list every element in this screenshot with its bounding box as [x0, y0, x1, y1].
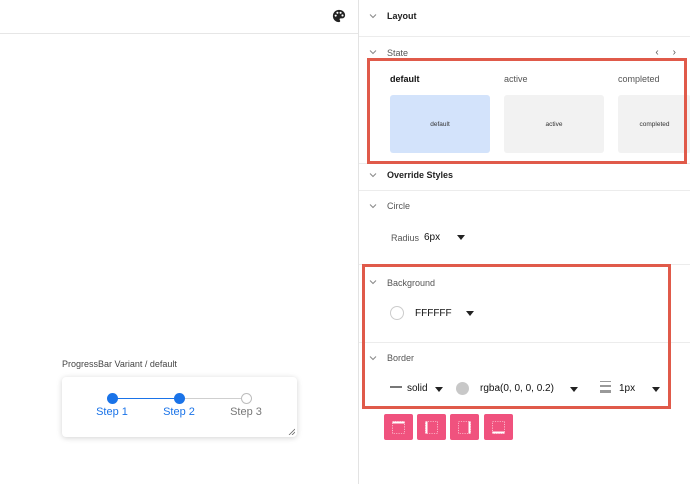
step-3-indicator: [241, 393, 252, 404]
radius-dropdown-caret[interactable]: [457, 235, 465, 240]
chevron-down-icon[interactable]: [369, 278, 377, 286]
chevron-right-icon[interactable]: ›: [673, 47, 676, 58]
border-bottom-button[interactable]: [484, 414, 513, 440]
state-card-completed[interactable]: completed: [618, 95, 690, 153]
layout-section-title[interactable]: Layout: [387, 11, 417, 21]
divider: [359, 190, 690, 191]
background-color-swatch[interactable]: [390, 306, 404, 320]
border-color-value[interactable]: rgba(0, 0, 0, 0.2): [480, 383, 554, 394]
progressbar-preview[interactable]: Step 1 Step 2 Step 3: [62, 377, 297, 437]
state-card-active[interactable]: active: [504, 95, 604, 153]
border-bottom-icon: [492, 420, 505, 434]
chevron-down-icon[interactable]: [369, 48, 377, 56]
chevron-left-icon[interactable]: ‹: [655, 47, 672, 58]
state-nav: ‹›: [655, 47, 676, 58]
palette-icon[interactable]: [332, 9, 346, 23]
divider: [359, 163, 690, 164]
border-width-value[interactable]: 1px: [619, 383, 635, 394]
step-2-indicator: [174, 393, 185, 404]
border-width-icon: [600, 381, 611, 393]
divider: [359, 264, 690, 265]
border-top-button[interactable]: [384, 414, 413, 440]
border-style-value[interactable]: solid: [407, 383, 428, 394]
border-color-swatch[interactable]: [456, 382, 469, 395]
canvas-area: ProgressBar Variant / default Step 1 Ste…: [0, 0, 358, 484]
state-tab-completed[interactable]: completed: [618, 74, 660, 84]
border-right-icon: [458, 420, 471, 434]
state-tab-default[interactable]: default: [390, 74, 420, 84]
step-3-label: Step 3: [230, 406, 262, 418]
step-1-label: Step 1: [96, 406, 128, 418]
background-dropdown-caret[interactable]: [466, 311, 474, 316]
chevron-down-icon[interactable]: [369, 354, 377, 362]
border-top-icon: [392, 420, 405, 434]
border-left-icon: [425, 420, 438, 434]
canvas-toolbar: [0, 0, 358, 34]
circle-section-title[interactable]: Circle: [387, 201, 410, 211]
chevron-down-icon[interactable]: [369, 12, 377, 20]
divider: [359, 342, 690, 343]
border-style-icon: [390, 386, 402, 388]
progress-connector-todo: [180, 398, 246, 399]
step-1-indicator: [107, 393, 118, 404]
border-section-title[interactable]: Border: [387, 353, 414, 363]
background-section-title[interactable]: Background: [387, 278, 435, 288]
divider: [359, 36, 690, 37]
border-style-caret[interactable]: [435, 387, 443, 392]
properties-panel: Layout State ‹› default active completed…: [358, 0, 690, 484]
variant-caption: ProgressBar Variant / default: [62, 359, 177, 369]
border-left-button[interactable]: [417, 414, 446, 440]
state-card-default[interactable]: default: [390, 95, 490, 153]
state-tab-active[interactable]: active: [504, 74, 528, 84]
chevron-down-icon[interactable]: [369, 202, 377, 210]
radius-value[interactable]: 6px: [424, 232, 440, 243]
progress-connector-done: [113, 398, 180, 399]
override-styles-title[interactable]: Override Styles: [387, 170, 453, 180]
radius-label: Radius: [391, 233, 420, 243]
border-color-caret[interactable]: [570, 387, 578, 392]
state-section-title[interactable]: State: [387, 48, 408, 58]
chevron-down-icon[interactable]: [369, 171, 377, 179]
step-2-label: Step 2: [163, 406, 195, 418]
border-right-button[interactable]: [450, 414, 479, 440]
border-width-caret[interactable]: [652, 387, 660, 392]
resize-grip-icon[interactable]: [288, 428, 295, 435]
background-color-value[interactable]: FFFFFF: [415, 308, 452, 319]
